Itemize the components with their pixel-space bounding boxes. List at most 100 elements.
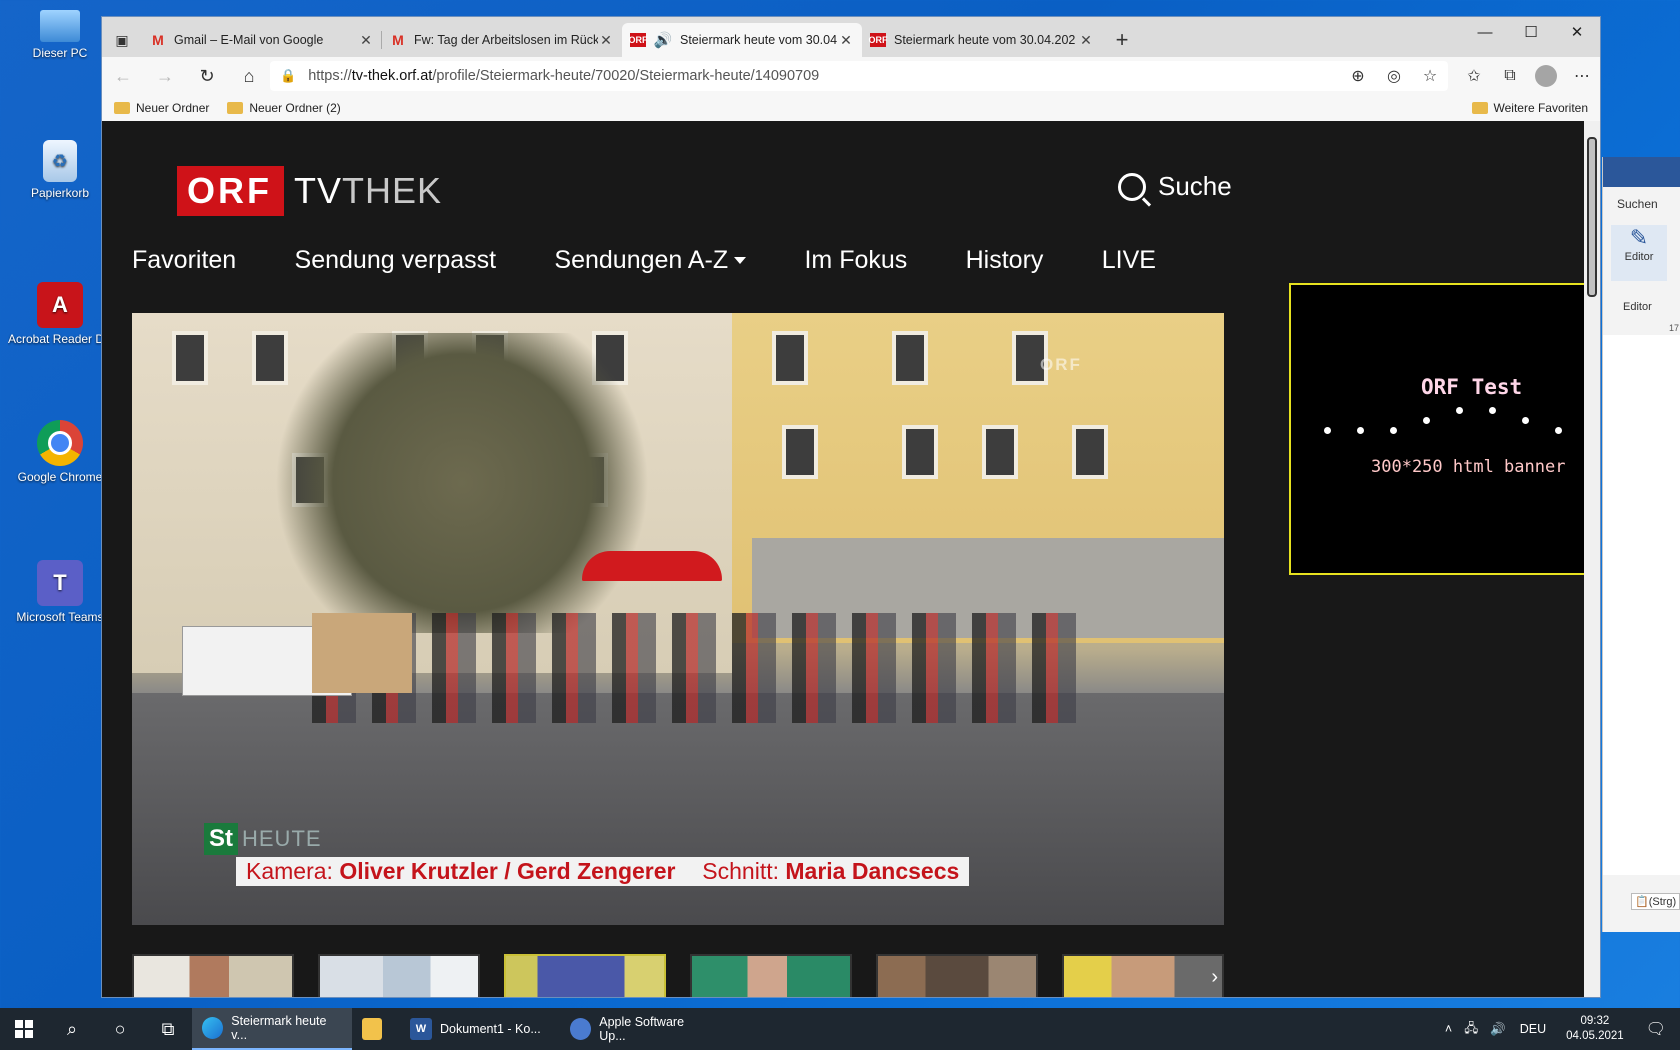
ad-banner[interactable]: ORF Test 300*250 html banner xyxy=(1289,283,1586,575)
tab-title: Steiermark heute vom 30.04.202 xyxy=(894,33,1076,47)
close-window-icon[interactable]: ✕ xyxy=(1554,17,1600,47)
nav-im-fokus[interactable]: Im Fokus xyxy=(804,246,907,275)
speaker-icon[interactable]: 🔊 xyxy=(654,32,673,49)
tab-steiermark-active[interactable]: ORF 🔊 Steiermark heute vom 30.04. ✕ xyxy=(622,23,862,57)
channel-text: HEUTE xyxy=(242,826,322,851)
profile-avatar[interactable] xyxy=(1528,61,1564,91)
favorites-icon[interactable]: ✩ xyxy=(1456,61,1492,91)
back-button[interactable]: ← xyxy=(102,57,144,95)
word-ruler-number: 17 xyxy=(1669,323,1680,333)
search-taskbar-button[interactable]: ⌕ xyxy=(48,1008,96,1050)
close-tab-icon[interactable]: ✕ xyxy=(838,32,854,49)
taskbar-app-apple-update[interactable]: Apple Software Up... xyxy=(560,1008,720,1050)
segment-thumbnail[interactable]: › xyxy=(1062,954,1224,997)
favorite-label: Neuer Ordner (2) xyxy=(249,101,341,115)
collections-icon[interactable]: ⧉ xyxy=(1492,61,1528,91)
minimize-icon[interactable]: — xyxy=(1462,17,1508,47)
task-view-icon: ⧉ xyxy=(161,1018,175,1039)
page-scrollbar[interactable] xyxy=(1584,121,1600,997)
gmail-icon: M xyxy=(392,32,404,48)
taskbar-app-edge[interactable]: Steiermark heute v... xyxy=(192,1008,352,1050)
word-paste-hint[interactable]: 📋(Strg) xyxy=(1631,893,1680,910)
ad-dot xyxy=(1555,427,1562,434)
segment-thumbnail-selected[interactable] xyxy=(504,954,666,997)
desktop-icon-acrobat[interactable]: A Acrobat Reader DC xyxy=(8,282,112,346)
maximize-icon[interactable]: ☐ xyxy=(1508,17,1554,47)
task-view-button[interactable]: ⧉ xyxy=(144,1008,192,1050)
tracking-prevention-icon[interactable]: ◎ xyxy=(1376,61,1412,91)
scrollbar-thumb[interactable] xyxy=(1587,137,1597,297)
desktop-icon-chrome[interactable]: Google Chrome xyxy=(8,420,112,484)
url-field[interactable]: 🔒 https://tv-thek.orf.at/profile/Steierm… xyxy=(270,61,1448,91)
background-word-window[interactable]: Suchen ✎ Editor Editor 17 📋(Strg) xyxy=(1602,157,1680,932)
zoom-icon[interactable]: ⊕ xyxy=(1340,61,1376,91)
search-label: Suche xyxy=(1158,171,1232,201)
search-icon: ⌕ xyxy=(66,1018,78,1039)
new-tab-button[interactable]: + xyxy=(1102,23,1142,57)
volume-icon[interactable]: 🔊 xyxy=(1490,1022,1506,1037)
address-bar-row: ← → ↻ ⌂ 🔒 https://tv-thek.orf.at/profile… xyxy=(102,57,1600,95)
nav-favoriten[interactable]: Favoriten xyxy=(132,246,236,275)
add-favorite-icon[interactable]: ☆ xyxy=(1412,61,1448,91)
tab-gmail-fw[interactable]: M Fw: Tag der Arbeitslosen im Rück ✕ xyxy=(382,23,622,57)
close-tab-icon[interactable]: ✕ xyxy=(598,32,614,49)
start-button[interactable] xyxy=(0,1008,48,1050)
nav-sendung-verpasst[interactable]: Sendung verpasst xyxy=(295,246,497,275)
desktop-icon-this-pc[interactable]: Dieser PC xyxy=(8,10,112,60)
desktop-icon-teams[interactable]: T Microsoft Teams xyxy=(8,560,112,624)
favorite-folder-1[interactable]: Neuer Ordner xyxy=(114,101,209,115)
taskbar-app-word[interactable]: W Dokument1 - Ko... xyxy=(400,1008,560,1050)
taskbar-app-label: Steiermark heute v... xyxy=(231,1014,327,1042)
tab-actions-button[interactable]: ▣ xyxy=(102,23,142,57)
credit-camera: Oliver Krutzler / Gerd Zengerer xyxy=(339,858,676,884)
language-indicator[interactable]: DEU xyxy=(1520,1022,1546,1036)
edge-browser-window[interactable]: ▣ M Gmail – E-Mail von Google ✕ M Fw: Ta… xyxy=(101,16,1601,998)
window-controls: — ☐ ✕ xyxy=(1462,17,1600,47)
ad-dot xyxy=(1522,417,1529,424)
reload-button[interactable]: ↻ xyxy=(186,57,228,95)
word-titlebar xyxy=(1603,157,1680,187)
clipboard-icon: 📋 xyxy=(1635,896,1649,908)
folder-icon xyxy=(227,102,244,114)
favorite-folder-2[interactable]: Neuer Ordner (2) xyxy=(227,101,341,115)
video-player[interactable]: ORF St HEUTE Kamera: Oliver Krutzler / G… xyxy=(132,313,1224,925)
url-path: /profile/Steiermark-heute/70020/Steierma… xyxy=(432,68,820,84)
video-scene-tree xyxy=(252,333,672,633)
segment-thumbnail[interactable] xyxy=(318,954,480,997)
nav-label: Sendungen A-Z xyxy=(554,246,729,274)
cortana-button[interactable]: ○ xyxy=(96,1008,144,1050)
orf-tvthek-logo[interactable]: ORF TV THEK xyxy=(177,166,442,216)
clock[interactable]: 09:32 04.05.2021 xyxy=(1566,1014,1624,1044)
segment-thumbnail[interactable] xyxy=(132,954,294,997)
word-document-area xyxy=(1603,335,1680,875)
tab-actions-icon: ▣ xyxy=(115,31,129,48)
tab-steiermark[interactable]: ORF Steiermark heute vom 30.04.202 ✕ xyxy=(862,23,1102,57)
network-icon[interactable]: 🖧 xyxy=(1464,1019,1478,1040)
more-options-icon[interactable]: ⋯ xyxy=(1564,61,1600,91)
video-scene-window xyxy=(172,331,208,385)
tab-title: Gmail – E-Mail von Google xyxy=(174,33,324,47)
chevron-down-icon xyxy=(734,257,747,264)
forward-button[interactable]: → xyxy=(144,57,186,95)
search-button[interactable]: Suche xyxy=(1118,171,1232,202)
home-button[interactable]: ⌂ xyxy=(228,57,270,95)
video-scene-window xyxy=(772,331,808,385)
tab-gmail[interactable]: M Gmail – E-Mail von Google ✕ xyxy=(142,23,382,57)
chevron-right-icon[interactable]: › xyxy=(1211,966,1218,989)
taskbar-app-explorer[interactable] xyxy=(352,1008,400,1050)
close-tab-icon[interactable]: ✕ xyxy=(358,32,374,49)
video-watermark: ORF xyxy=(1040,355,1082,374)
segment-thumbnail[interactable] xyxy=(876,954,1038,997)
segment-thumbnail[interactable] xyxy=(690,954,852,997)
close-tab-icon[interactable]: ✕ xyxy=(1078,32,1094,49)
notification-icon[interactable]: 🗨 xyxy=(1646,1019,1666,1039)
nav-history[interactable]: History xyxy=(966,246,1044,275)
nav-sendungen-a-z[interactable]: Sendungen A-Z xyxy=(554,246,747,275)
nav-live[interactable]: LIVE xyxy=(1102,246,1156,275)
desktop-icon-recycle-bin[interactable]: ♻ Papierkorb xyxy=(8,140,112,200)
chevron-up-icon[interactable]: ˄ xyxy=(1445,1022,1452,1036)
home-icon: ⌂ xyxy=(243,65,255,86)
folder-icon xyxy=(362,1018,382,1040)
more-favorites[interactable]: Weitere Favoriten xyxy=(1471,95,1588,121)
word-editor-button[interactable]: ✎ Editor xyxy=(1611,225,1667,281)
